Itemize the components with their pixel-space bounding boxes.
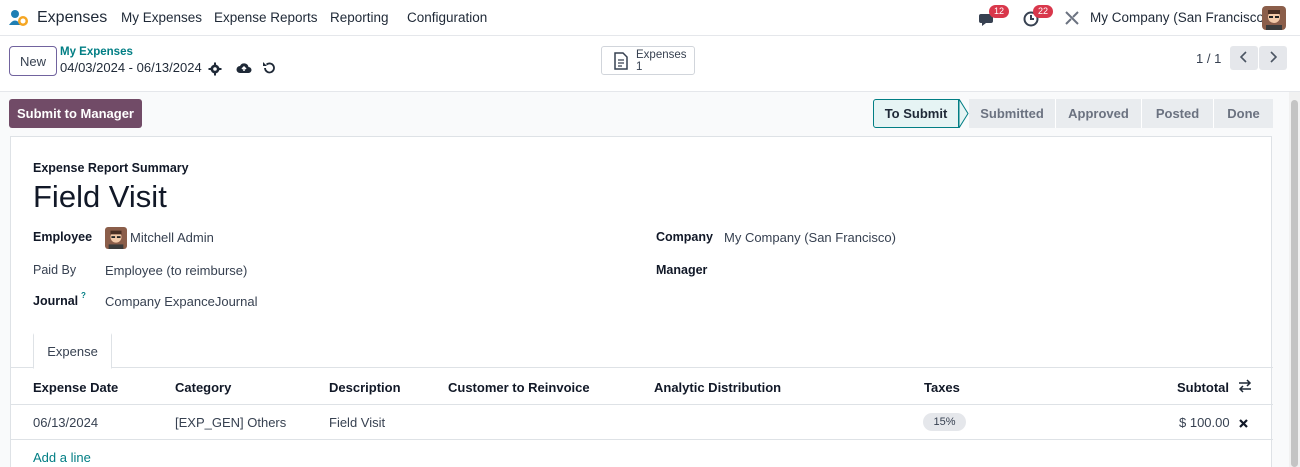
- document-icon: [613, 52, 629, 70]
- pager-previous-button[interactable]: [1230, 46, 1258, 70]
- add-a-line-link[interactable]: Add a line: [33, 450, 91, 465]
- journal-help-tooltip[interactable]: ?: [81, 291, 86, 300]
- journal-label: Journal: [33, 294, 79, 308]
- app-name[interactable]: Expenses: [37, 9, 107, 27]
- stage-approved[interactable]: Approved: [1055, 99, 1141, 128]
- manager-label: Manager: [656, 263, 708, 277]
- menu-expense-reports[interactable]: Expense Reports: [214, 10, 318, 25]
- messages-icon[interactable]: 12: [979, 5, 1010, 27]
- column-analytic-distribution[interactable]: Analytic Distribution: [654, 380, 781, 395]
- journal-field[interactable]: Company ExpanceJournal: [105, 294, 257, 309]
- expenses-smart-button[interactable]: Expenses 1: [601, 46, 695, 75]
- stage-arrow: [959, 99, 969, 128]
- notebook-tab-divider: [11, 367, 1273, 368]
- activities-clock-icon[interactable]: 22: [1023, 5, 1054, 27]
- cloud-save-icon[interactable]: [236, 61, 252, 75]
- chevron-left-icon: [1239, 50, 1248, 66]
- column-subtotal[interactable]: Subtotal: [1177, 380, 1229, 395]
- top-navbar: Expenses My Expenses Expense Reports Rep…: [0, 0, 1300, 36]
- new-button[interactable]: New: [9, 46, 57, 76]
- row-divider: [11, 439, 1273, 440]
- cell-expense-date[interactable]: 06/13/2024: [33, 415, 98, 430]
- summary-label: Expense Report Summary: [33, 161, 189, 175]
- header-divider: [11, 404, 1273, 405]
- smart-button-count: 1: [636, 61, 643, 73]
- column-category[interactable]: Category: [175, 380, 231, 395]
- employee-avatar: [105, 227, 127, 249]
- company-switcher[interactable]: My Company (San Francisco): [1090, 10, 1269, 25]
- employee-field[interactable]: Mitchell Admin: [130, 230, 214, 245]
- cell-subtotal[interactable]: $ 100.00: [1179, 415, 1230, 430]
- delete-row-icon[interactable]: [1238, 417, 1249, 428]
- stage-submitted[interactable]: Submitted: [969, 99, 1055, 128]
- company-field[interactable]: My Company (San Francisco): [724, 230, 896, 245]
- messages-count-badge: 12: [989, 5, 1010, 18]
- company-label: Company: [656, 230, 713, 244]
- expenses-app-icon[interactable]: [9, 9, 29, 27]
- column-expense-date[interactable]: Expense Date: [33, 380, 118, 395]
- scrollbar-thumb[interactable]: [1291, 100, 1298, 467]
- optional-columns-toggle-icon[interactable]: [1238, 379, 1252, 393]
- control-panel: New My Expenses 04/03/2024 - 06/13/2024 …: [0, 36, 1300, 92]
- employee-label: Employee: [33, 230, 93, 244]
- pager-next-button[interactable]: [1259, 46, 1287, 70]
- debug-tools-icon[interactable]: [1065, 11, 1079, 25]
- paid-by-label: Paid By: [33, 263, 77, 277]
- tab-expense[interactable]: Expense: [33, 333, 112, 369]
- stage-done[interactable]: Done: [1213, 99, 1273, 128]
- column-customer-to-reinvoice[interactable]: Customer to Reinvoice: [448, 380, 590, 395]
- cell-description[interactable]: Field Visit: [329, 415, 385, 430]
- user-avatar[interactable]: [1262, 6, 1286, 30]
- status-bar: To Submit Submitted Approved Posted Done: [873, 99, 1273, 128]
- form-sheet: Expense Report Summary Field Visit Emplo…: [10, 136, 1273, 467]
- pager-value[interactable]: 1 / 1: [1196, 51, 1221, 66]
- stage-to-submit[interactable]: To Submit: [873, 99, 959, 128]
- discard-changes-icon[interactable]: [262, 61, 276, 75]
- chevron-right-icon: [1269, 50, 1278, 66]
- breadcrumb-my-expenses[interactable]: My Expenses: [60, 46, 133, 58]
- stage-posted[interactable]: Posted: [1141, 99, 1213, 128]
- column-description[interactable]: Description: [329, 380, 401, 395]
- menu-configuration[interactable]: Configuration: [407, 10, 487, 25]
- smart-button-label: Expenses: [636, 49, 687, 61]
- tax-badge[interactable]: 15%: [923, 413, 966, 431]
- record-title: 04/03/2024 - 06/13/2024: [60, 60, 202, 75]
- activities-count-badge: 22: [1033, 5, 1054, 18]
- gear-icon[interactable]: [208, 62, 222, 76]
- menu-my-expenses[interactable]: My Expenses: [121, 10, 202, 25]
- cell-category[interactable]: [EXP_GEN] Others: [175, 415, 286, 430]
- menu-reporting[interactable]: Reporting: [330, 10, 389, 25]
- column-taxes[interactable]: Taxes: [924, 380, 960, 395]
- submit-to-manager-button[interactable]: Submit to Manager: [9, 99, 142, 128]
- report-title-field[interactable]: Field Visit: [33, 179, 167, 215]
- paid-by-field[interactable]: Employee (to reimburse): [105, 263, 247, 278]
